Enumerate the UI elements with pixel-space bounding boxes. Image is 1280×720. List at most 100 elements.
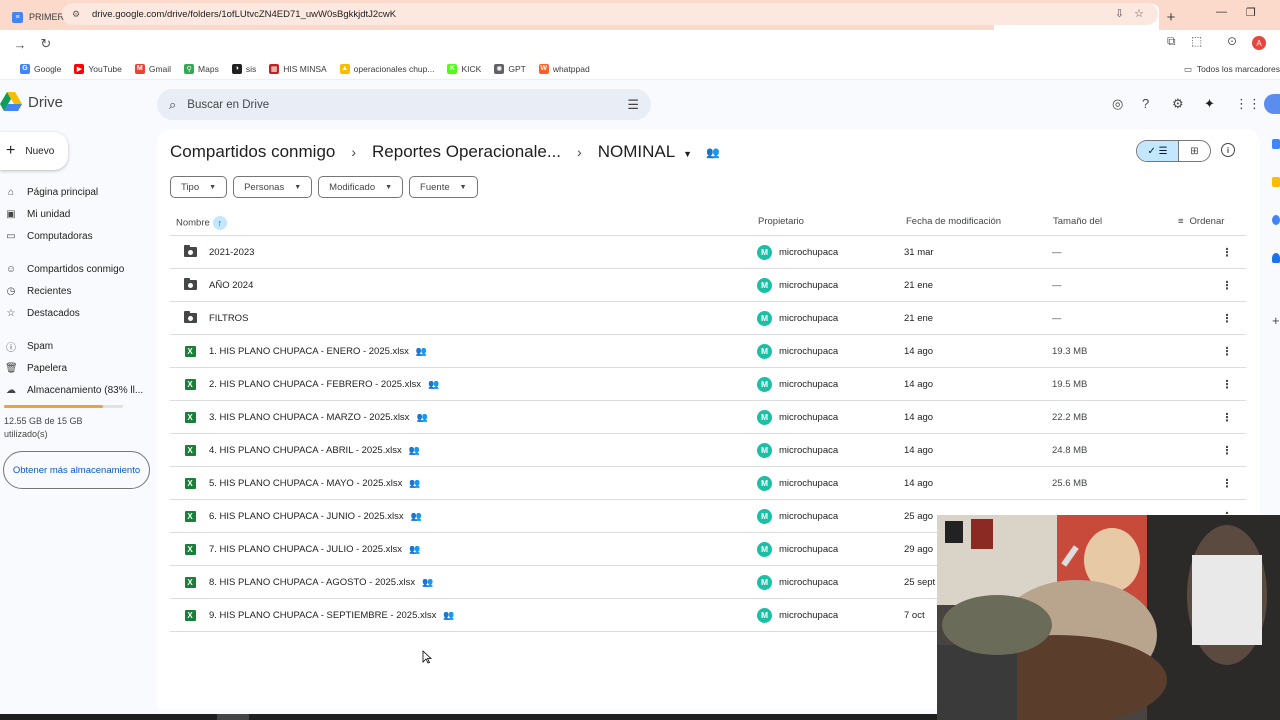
more-actions-icon[interactable]: ⋮	[1222, 269, 1233, 301]
taskbar-app[interactable]	[217, 714, 249, 720]
sidebar-item[interactable]: ▣ Mi unidad	[0, 203, 150, 225]
table-row[interactable]: X 1. HIS PLANO CHUPACA - ENERO - 2025.xls…	[170, 335, 1246, 368]
new-button[interactable]: + Nuevo	[0, 132, 68, 170]
sidebar-item[interactable]: ☺ Compartidos conmigo	[0, 258, 150, 280]
column-owner-header[interactable]: Propietario	[758, 216, 804, 227]
table-row[interactable]: AÑO 2024 Mmicrochupaca 21 ene — ⋮	[170, 269, 1246, 302]
new-tab-button[interactable]: +	[1159, 4, 1183, 30]
install-app-icon[interactable]: ⇩	[1115, 7, 1124, 20]
breadcrumb-current-folder[interactable]: NOMINAL ▼	[598, 142, 692, 162]
file-name[interactable]: 7. HIS PLANO CHUPACA - JULIO - 2025.xlsx…	[209, 533, 420, 565]
bookmark-item[interactable]: K KICK	[447, 63, 481, 74]
drive-logo[interactable]: Drive	[0, 92, 63, 112]
details-info-icon[interactable]: i	[1221, 143, 1235, 157]
column-name-header[interactable]: Nombre ↑	[176, 216, 227, 230]
breadcrumb-shared-with-me[interactable]: Compartidos conmigo	[170, 142, 335, 162]
sort-button[interactable]: ≡ Ordenar	[1178, 216, 1224, 227]
sidebar-item[interactable]: ☁ Almacenamiento (83% ll...	[0, 379, 150, 401]
file-name[interactable]: 1. HIS PLANO CHUPACA - ENERO - 2025.xlsx…	[209, 335, 427, 367]
file-name[interactable]: 5. HIS PLANO CHUPACA - MAYO - 2025.xlsx 👥	[209, 467, 421, 499]
offline-ready-icon[interactable]: ◎	[1112, 96, 1123, 112]
file-modified-date: 29 ago	[904, 543, 934, 555]
table-row[interactable]: X 4. HIS PLANO CHUPACA - ABRIL - 2025.xls…	[170, 434, 1246, 467]
settings-gear-icon[interactable]: ⚙	[1172, 96, 1184, 112]
reload-icon[interactable]: ↻	[34, 36, 58, 52]
contacts-icon[interactable]	[1272, 253, 1280, 263]
sidebar-item[interactable]: ☆ Destacados	[0, 302, 150, 324]
extensions-icon[interactable]: ⬚	[1191, 34, 1202, 48]
bookmark-favicon-icon: W	[538, 63, 549, 74]
more-actions-icon[interactable]: ⋮	[1222, 467, 1233, 499]
bookmark-star-icon[interactable]: ☆	[1134, 7, 1144, 20]
filter-chip[interactable]: Personas ▼	[233, 176, 313, 198]
file-modified-date: 21 ene	[904, 312, 934, 324]
profile-avatar[interactable]: A	[1252, 36, 1266, 50]
minimize-icon[interactable]: —	[1216, 6, 1227, 18]
tasks-icon[interactable]	[1272, 215, 1280, 225]
sort-ascending-icon[interactable]: ↑	[212, 216, 227, 230]
bookmark-item[interactable]: G Google	[20, 63, 61, 74]
forward-icon[interactable]: →	[8, 37, 32, 52]
bookmark-item[interactable]: ▶ YouTube	[74, 63, 122, 74]
sidebar-item[interactable]: ⓘ Spam	[0, 335, 150, 357]
search-options-icon[interactable]: ☰	[627, 97, 639, 113]
downloads-icon[interactable]: ⊙	[1227, 34, 1237, 48]
breadcrumb-reportes[interactable]: Reportes Operacionale...	[372, 142, 561, 162]
filter-chip[interactable]: Fuente ▼	[409, 176, 478, 198]
file-name[interactable]: 3. HIS PLANO CHUPACA - MARZO - 2025.xlsx…	[209, 401, 428, 433]
table-row[interactable]: 2021-2023 Mmicrochupaca 31 mar — ⋮	[170, 236, 1246, 269]
file-size: 19.3 MB	[1052, 345, 1088, 357]
add-addon-icon[interactable]: +	[1272, 313, 1280, 328]
filter-chip[interactable]: Tipo ▼	[170, 176, 228, 198]
bookmark-item[interactable]: M Gmail	[134, 63, 171, 74]
more-actions-icon[interactable]: ⋮	[1222, 236, 1233, 268]
list-view-button[interactable]: ✓ ☰	[1137, 141, 1179, 161]
table-row[interactable]: FILTROS Mmicrochupaca 21 ene — ⋮	[170, 302, 1246, 335]
url-bar[interactable]: ⚙ drive.google.com/drive/folders/1ofLUtv…	[62, 3, 1158, 25]
get-more-storage-button[interactable]: Obtener más almacenamiento	[3, 451, 150, 489]
table-row[interactable]: X 3. HIS PLANO CHUPACA - MARZO - 2025.xls…	[170, 401, 1246, 434]
column-size-header[interactable]: Tamaño del	[1053, 216, 1102, 227]
table-row[interactable]: X 5. HIS PLANO CHUPACA - MAYO - 2025.xlsx…	[170, 467, 1246, 500]
filter-chip[interactable]: Modificado ▼	[318, 176, 404, 198]
more-actions-icon[interactable]: ⋮	[1222, 401, 1233, 433]
file-name[interactable]: 2021-2023	[209, 236, 254, 268]
sidebar-item[interactable]: ⌂ Página principal	[0, 181, 150, 203]
drive-search-bar[interactable]: ⌕ Buscar en Drive ☰	[157, 89, 651, 120]
file-name[interactable]: 8. HIS PLANO CHUPACA - AGOSTO - 2025.xls…	[209, 566, 433, 598]
bookmark-item[interactable]: ▲ operacionales chup...	[339, 63, 434, 74]
bookmark-item[interactable]: ▦ HIS MINSA	[269, 63, 327, 74]
more-actions-icon[interactable]: ⋮	[1222, 302, 1233, 334]
file-name[interactable]: 6. HIS PLANO CHUPACA - JUNIO - 2025.xlsx…	[209, 500, 422, 532]
table-row[interactable]: X 2. HIS PLANO CHUPACA - FEBRERO - 2025.x…	[170, 368, 1246, 401]
tab-search-icon[interactable]: ⧉	[1167, 34, 1176, 49]
sidebar-item[interactable]: 🗑 Papelera	[0, 357, 150, 379]
file-name[interactable]: FILTROS	[209, 302, 248, 334]
file-name[interactable]: AÑO 2024	[209, 269, 253, 301]
all-bookmarks[interactable]: ▭ Todos los marcadores	[1184, 58, 1280, 80]
more-actions-icon[interactable]: ⋮	[1222, 335, 1233, 367]
account-avatar[interactable]	[1264, 94, 1280, 114]
search-input[interactable]: Buscar en Drive	[187, 99, 627, 111]
gemini-spark-icon[interactable]: ✦	[1204, 96, 1215, 112]
grid-view-button[interactable]: ⊞	[1179, 141, 1210, 161]
maximize-icon[interactable]: ❐	[1246, 6, 1256, 19]
bookmark-item[interactable]: ✺ GPT	[494, 63, 526, 74]
sidebar-item[interactable]: ▭ Computadoras	[0, 225, 150, 247]
help-icon[interactable]: ?	[1142, 96, 1149, 111]
file-name[interactable]: 4. HIS PLANO CHUPACA - ABRIL - 2025.xlsx…	[209, 434, 420, 466]
bookmark-item[interactable]: ◑ sis	[231, 63, 256, 74]
keep-icon[interactable]	[1272, 177, 1280, 187]
file-name[interactable]: 9. HIS PLANO CHUPACA - SEPTIEMBRE - 2025…	[209, 599, 455, 631]
bookmark-item[interactable]: ⚲ Maps	[184, 63, 219, 74]
more-actions-icon[interactable]: ⋮	[1222, 368, 1233, 400]
column-modified-header[interactable]: Fecha de modificación	[906, 216, 1001, 227]
owner-avatar: M	[757, 343, 772, 359]
more-actions-icon[interactable]: ⋮	[1222, 434, 1233, 466]
site-info-icon[interactable]: ⚙	[72, 9, 82, 19]
bookmark-item[interactable]: Wwhatppad	[538, 63, 590, 74]
calendar-icon[interactable]	[1272, 139, 1280, 149]
file-name[interactable]: 2. HIS PLANO CHUPACA - FEBRERO - 2025.xl…	[209, 368, 439, 400]
apps-grid-icon[interactable]: ⋮⋮	[1235, 96, 1261, 112]
sidebar-item[interactable]: ◷ Recientes	[0, 280, 150, 302]
